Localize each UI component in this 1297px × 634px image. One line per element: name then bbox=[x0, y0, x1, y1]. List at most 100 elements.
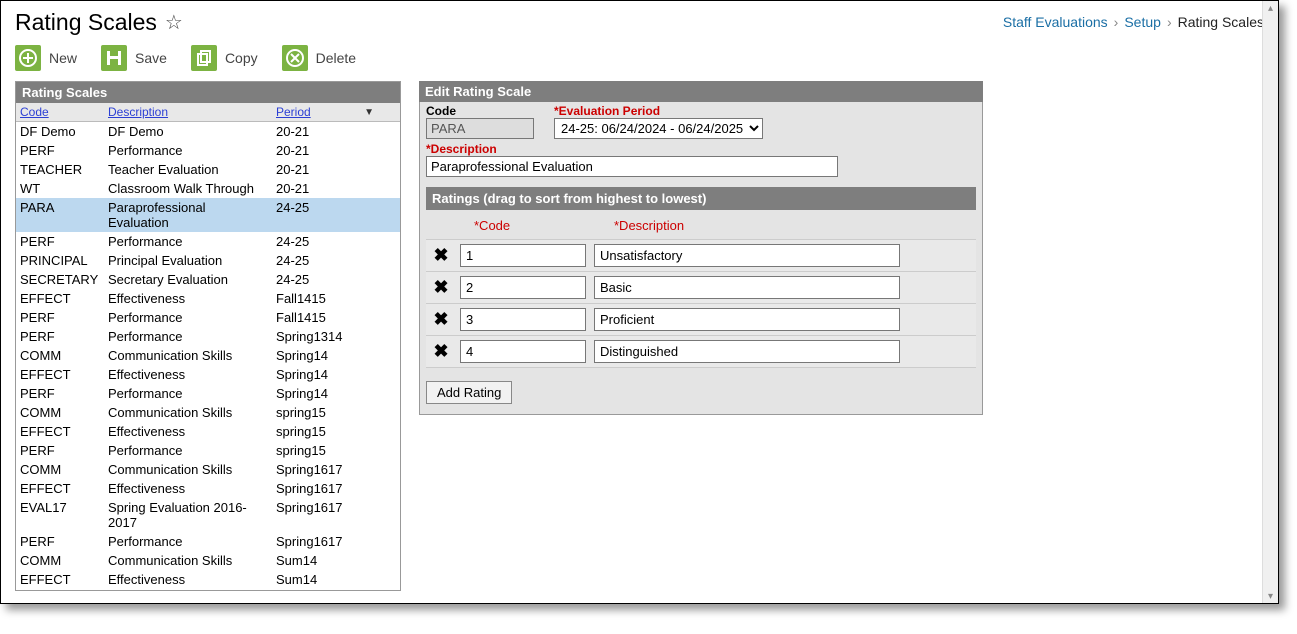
evaluation-period-select[interactable]: 24-25: 06/24/2024 - 06/24/2025 bbox=[554, 118, 763, 139]
list-row[interactable]: COMMCommunication SkillsSpring1617 bbox=[16, 460, 400, 479]
list-cell-period: 20-21 bbox=[272, 161, 378, 178]
list-cell-code: COMM bbox=[16, 404, 104, 421]
delete-button[interactable]: Delete bbox=[282, 45, 356, 71]
list-cell-code: COMM bbox=[16, 347, 104, 364]
list-row[interactable]: EFFECTEffectivenessspring15 bbox=[16, 422, 400, 441]
list-cell-description: Performance bbox=[104, 142, 272, 159]
list-row[interactable]: PARAParaprofessional Evaluation24-25 bbox=[16, 198, 400, 232]
rating-code-input[interactable] bbox=[460, 276, 586, 299]
list-row[interactable]: PERFPerformance24-25 bbox=[16, 232, 400, 251]
list-row[interactable]: PERFPerformanceFall1415 bbox=[16, 308, 400, 327]
list-cell-description: Effectiveness bbox=[104, 571, 272, 588]
list-row[interactable]: DF DemoDF Demo20-21 bbox=[16, 122, 400, 141]
list-cell-code: PERF bbox=[16, 142, 104, 159]
list-cell-period: 20-21 bbox=[272, 142, 378, 159]
rating-row[interactable]: ✖ bbox=[426, 271, 976, 304]
edit-panel-title: Edit Rating Scale bbox=[419, 81, 983, 102]
list-row[interactable]: COMMCommunication SkillsSpring14 bbox=[16, 346, 400, 365]
rating-code-input[interactable] bbox=[460, 340, 586, 363]
list-header-period[interactable]: Period ▼ bbox=[272, 103, 378, 121]
list-header-code[interactable]: Code bbox=[16, 103, 104, 121]
list-header-description[interactable]: Description bbox=[104, 103, 272, 121]
list-cell-code: SECRETARY bbox=[16, 271, 104, 288]
list-cell-period: 20-21 bbox=[272, 123, 378, 140]
list-row[interactable]: PERFPerformancespring15 bbox=[16, 441, 400, 460]
page-scrollbar[interactable]: ▴ ▾ bbox=[1262, 1, 1278, 604]
description-input[interactable] bbox=[426, 156, 838, 177]
list-body[interactable]: DF DemoDF Demo20-21PERFPerformance20-21T… bbox=[16, 122, 400, 590]
list-cell-code: EFFECT bbox=[16, 366, 104, 383]
list-cell-period: 20-21 bbox=[272, 180, 378, 197]
list-cell-description: DF Demo bbox=[104, 123, 272, 140]
favorite-star-icon[interactable]: ☆ bbox=[165, 10, 183, 35]
list-row[interactable]: PERFPerformance20-21 bbox=[16, 141, 400, 160]
rating-description-input[interactable] bbox=[594, 244, 900, 267]
list-cell-description: Performance bbox=[104, 385, 272, 402]
list-cell-code: COMM bbox=[16, 552, 104, 569]
rating-code-input[interactable] bbox=[460, 308, 586, 331]
rating-code-input[interactable] bbox=[460, 244, 586, 267]
list-row[interactable]: EVAL17Spring Evaluation 2016-2017Spring1… bbox=[16, 498, 400, 532]
list-row[interactable]: COMMCommunication SkillsSum14 bbox=[16, 551, 400, 570]
list-cell-description: Performance bbox=[104, 442, 272, 459]
delete-rating-icon[interactable]: ✖ bbox=[430, 277, 452, 298]
breadcrumb-setup[interactable]: Setup bbox=[1124, 14, 1161, 30]
list-row[interactable]: COMMCommunication SkillsWinter1314 bbox=[16, 589, 400, 590]
delete-rating-icon[interactable]: ✖ bbox=[430, 309, 452, 330]
chevron-right-icon: › bbox=[1114, 14, 1119, 30]
list-row[interactable]: WTClassroom Walk Through20-21 bbox=[16, 179, 400, 198]
list-cell-code: PRINCIPAL bbox=[16, 252, 104, 269]
list-cell-period: Fall1415 bbox=[272, 309, 378, 326]
code-input[interactable] bbox=[426, 118, 534, 139]
chevron-right-icon: › bbox=[1167, 14, 1172, 30]
list-row[interactable]: COMMCommunication Skillsspring15 bbox=[16, 403, 400, 422]
list-cell-period: Spring1314 bbox=[272, 328, 378, 345]
list-row[interactable]: EFFECTEffectivenessSpring1617 bbox=[16, 479, 400, 498]
rating-row[interactable]: ✖ bbox=[426, 239, 976, 272]
list-cell-code: TEACHER bbox=[16, 161, 104, 178]
delete-rating-icon[interactable]: ✖ bbox=[430, 245, 452, 266]
x-circle-icon bbox=[282, 45, 308, 71]
list-row[interactable]: PERFPerformanceSpring1617 bbox=[16, 532, 400, 551]
rating-description-input[interactable] bbox=[594, 340, 900, 363]
rating-row[interactable]: ✖ bbox=[426, 303, 976, 336]
list-row[interactable]: EFFECTEffectivenessSpring14 bbox=[16, 365, 400, 384]
list-cell-description: Performance bbox=[104, 533, 272, 550]
scroll-up-icon[interactable]: ▴ bbox=[1263, 1, 1278, 17]
list-cell-code: EFFECT bbox=[16, 480, 104, 497]
list-row[interactable]: PERFPerformanceSpring1314 bbox=[16, 327, 400, 346]
list-row[interactable]: EFFECTEffectivenessSum14 bbox=[16, 570, 400, 589]
save-button-label: Save bbox=[135, 50, 167, 66]
delete-rating-icon[interactable]: ✖ bbox=[430, 341, 452, 362]
list-cell-code: EFFECT bbox=[16, 290, 104, 307]
list-row[interactable]: PRINCIPALPrincipal Evaluation24-25 bbox=[16, 251, 400, 270]
list-cell-description: Effectiveness bbox=[104, 290, 272, 307]
rating-description-input[interactable] bbox=[594, 308, 900, 331]
delete-button-label: Delete bbox=[316, 50, 356, 66]
list-cell-period: 24-25 bbox=[272, 271, 378, 288]
list-cell-code: DF Demo bbox=[16, 123, 104, 140]
rating-description-input[interactable] bbox=[594, 276, 900, 299]
list-row[interactable]: TEACHERTeacher Evaluation20-21 bbox=[16, 160, 400, 179]
list-cell-period: Spring1617 bbox=[272, 480, 378, 497]
add-rating-button[interactable]: Add Rating bbox=[426, 381, 512, 404]
list-cell-description: Secretary Evaluation bbox=[104, 271, 272, 288]
new-button[interactable]: New bbox=[15, 45, 77, 71]
list-cell-description: Teacher Evaluation bbox=[104, 161, 272, 178]
rating-row[interactable]: ✖ bbox=[426, 335, 976, 368]
list-cell-period: Sum14 bbox=[272, 571, 378, 588]
list-cell-description: Performance bbox=[104, 233, 272, 250]
list-row[interactable]: EFFECTEffectivenessFall1415 bbox=[16, 289, 400, 308]
copy-icon bbox=[191, 45, 217, 71]
list-cell-description: Effectiveness bbox=[104, 423, 272, 440]
description-field-label: Description bbox=[426, 142, 976, 156]
list-cell-period: spring15 bbox=[272, 404, 378, 421]
breadcrumb-staff-evaluations[interactable]: Staff Evaluations bbox=[1003, 14, 1108, 30]
list-row[interactable]: SECRETARYSecretary Evaluation24-25 bbox=[16, 270, 400, 289]
list-row[interactable]: PERFPerformanceSpring14 bbox=[16, 384, 400, 403]
copy-button[interactable]: Copy bbox=[191, 45, 258, 71]
save-button[interactable]: Save bbox=[101, 45, 167, 71]
list-cell-code: EFFECT bbox=[16, 571, 104, 588]
list-cell-code: COMM bbox=[16, 461, 104, 478]
scroll-down-icon[interactable]: ▾ bbox=[1263, 589, 1278, 604]
